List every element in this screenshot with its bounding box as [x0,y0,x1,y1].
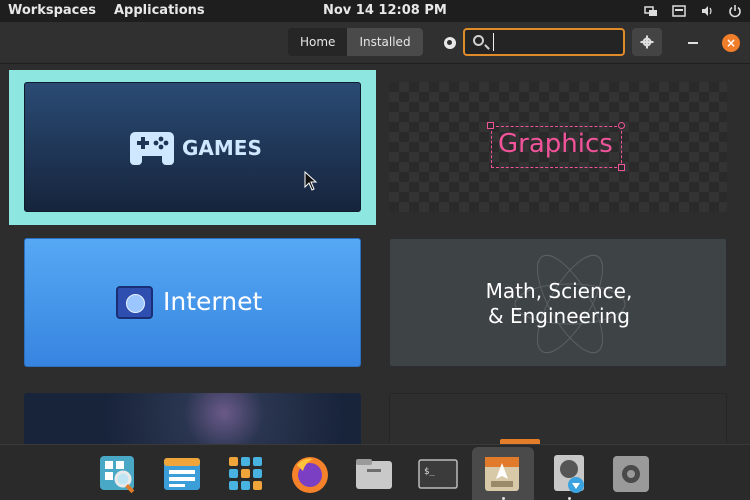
internet-label: Internet [163,287,263,316]
category-games[interactable]: GAMES [24,82,361,212]
graphics-label: Graphics [498,129,613,159]
search-box[interactable] [463,28,625,56]
search-icon [473,35,484,46]
handle-icon [487,122,494,129]
search-input[interactable] [493,33,619,51]
svg-text:$_: $_ [424,467,435,477]
category-grid: GAMES Graphics Internet Math, Science, &… [0,64,750,444]
minimize-button[interactable] [688,42,698,44]
globe-icon [116,286,153,319]
system-tray [644,3,742,19]
search-app-icon[interactable] [97,453,139,495]
category-math-science[interactable]: Math, Science, & Engineering [389,238,727,367]
close-button[interactable]: × [722,34,740,52]
clock[interactable]: Nov 14 12:08 PM [323,3,447,18]
gamepad-icon [130,132,174,165]
keyboard-icon[interactable] [672,4,686,18]
category-office[interactable] [389,393,727,444]
tab-home[interactable]: Home [288,28,347,56]
view-switcher: Home Installed [288,28,423,56]
app-grid-icon[interactable] [225,453,267,495]
math-label-line1: Math, Science, [485,279,633,303]
handle-icon [618,164,625,171]
mouse-pointer-icon [304,171,318,191]
firefox-icon[interactable] [289,453,331,495]
volume-icon[interactable] [700,4,714,18]
eye-icon[interactable] [444,37,456,49]
power-icon[interactable] [728,4,742,18]
settings-button[interactable] [632,28,662,56]
dock: $_ [0,444,750,500]
gear-icon [640,35,654,49]
app-center-window: Workspaces Applications Nov 14 12:08 PM … [0,0,750,500]
games-label: GAMES [182,136,262,160]
applications-button[interactable]: Applications [114,3,205,18]
category-graphics[interactable]: Graphics [389,82,727,212]
app-center-icon[interactable] [481,453,523,495]
files-window-icon[interactable] [161,453,203,495]
handle-icon [618,122,625,129]
system-topbar: Workspaces Applications Nov 14 12:08 PM [0,0,750,22]
workspaces-button[interactable]: Workspaces [8,3,96,18]
category-media[interactable] [24,393,361,444]
math-label-line2: & Engineering [488,304,630,328]
math-label: Math, Science, & Engineering [390,279,726,329]
installer-icon[interactable] [548,453,590,495]
settings-icon[interactable] [610,453,652,495]
terminal-icon[interactable]: $_ [417,453,459,495]
category-internet[interactable]: Internet [24,238,361,367]
tab-installed[interactable]: Installed [347,28,423,56]
header-bar: Home Installed [0,22,750,64]
file-manager-icon[interactable] [353,453,395,495]
network-icon[interactable] [644,4,658,18]
